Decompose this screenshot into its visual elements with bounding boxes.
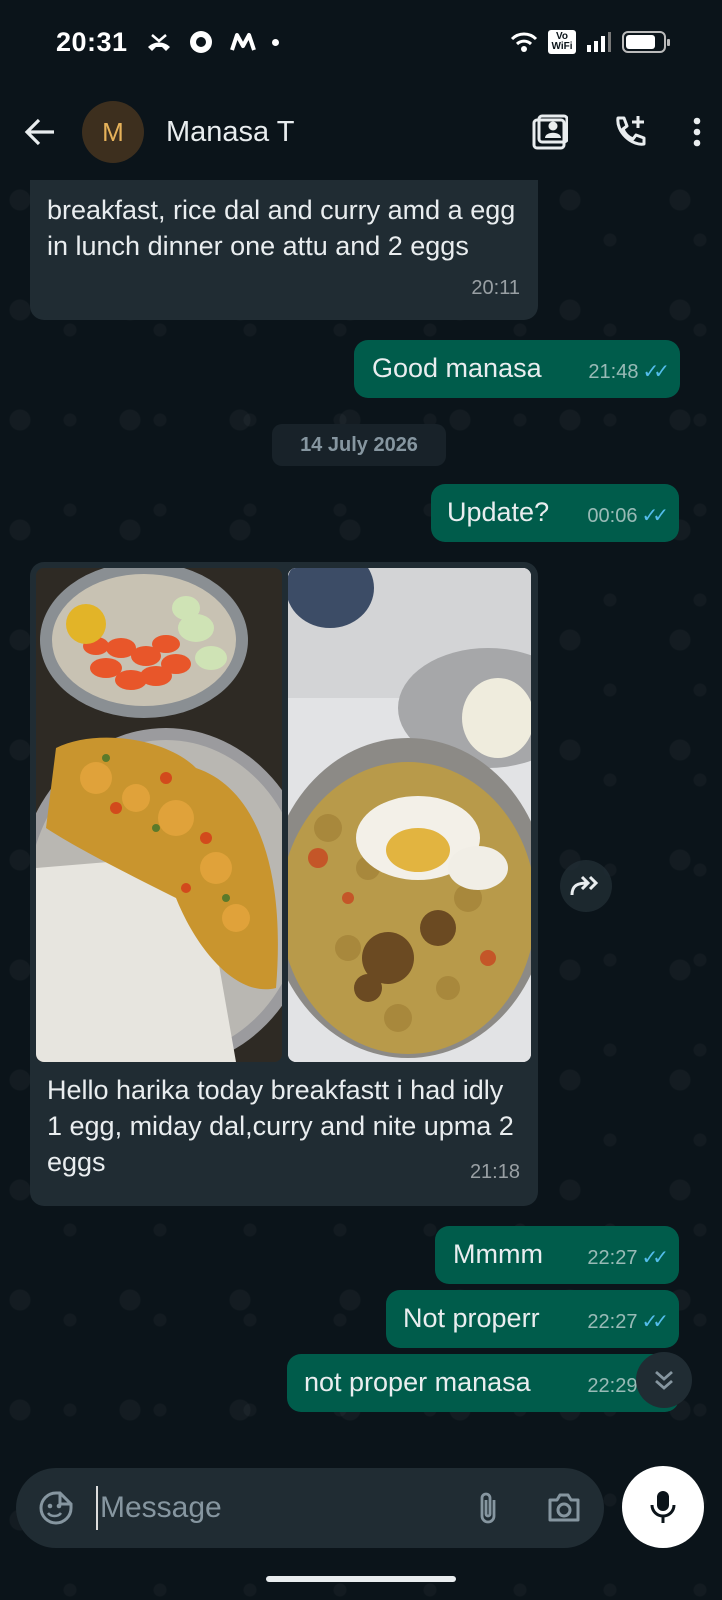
message-caption: Hello harika today breakfastt i had idly… — [47, 1075, 514, 1177]
voice-message-button[interactable] — [622, 1466, 704, 1548]
message-time: 22:27 — [587, 1311, 638, 1333]
battery-icon — [622, 31, 670, 53]
food-photo-1[interactable] — [36, 568, 282, 1062]
message-bubble-outgoing[interactable]: Update? 00:06 ✓✓ — [431, 484, 679, 542]
contact-card-icon[interactable] — [532, 114, 568, 150]
more-notifications-dot — [271, 38, 279, 46]
message-composer — [16, 1468, 604, 1548]
signal-icon — [586, 31, 612, 53]
message-time: 21:18 — [469, 1161, 520, 1183]
avatar[interactable]: M — [82, 101, 144, 163]
status-time: 20:31 — [56, 26, 128, 57]
forward-button[interactable] — [560, 860, 612, 912]
status-bar: 20:31 Vo WiFi — [0, 0, 722, 84]
attach-paperclip-icon[interactable] — [476, 1490, 500, 1526]
microphone-icon — [649, 1489, 677, 1525]
chat-header: M Manasa T — [0, 84, 722, 180]
message-bubble-incoming-photos[interactable]: Hello harika today breakfastt i had idly… — [30, 562, 538, 1206]
message-bubble-outgoing[interactable]: not proper manasa 22:29 ✓✓ — [287, 1354, 679, 1412]
message-time: 20:11 — [471, 277, 520, 299]
message-text: Good manasa — [372, 353, 542, 383]
message-text: breakfast, rice dal and curry amd a egg … — [47, 195, 516, 261]
m-app-icon — [229, 32, 256, 52]
message-input[interactable] — [96, 1486, 436, 1530]
message-time: 22:29 — [587, 1375, 638, 1397]
app-notification-icon — [188, 29, 214, 55]
home-indicator[interactable] — [266, 1576, 456, 1582]
message-text: not proper manasa — [304, 1367, 531, 1397]
message-bubble-outgoing[interactable]: Mmmm 22:27 ✓✓ — [435, 1226, 679, 1284]
message-bubble-outgoing[interactable]: Good manasa 21:48 ✓✓ — [354, 340, 680, 398]
read-receipt-icon: ✓✓ — [641, 1311, 668, 1333]
read-receipt-icon: ✓✓ — [641, 1247, 668, 1269]
contact-name[interactable]: Manasa T — [166, 116, 294, 149]
read-receipt-icon: ✓✓ — [642, 361, 669, 383]
missed-call-icon — [146, 31, 172, 53]
read-receipt-icon: ✓✓ — [641, 505, 668, 527]
message-text: Update? — [447, 497, 550, 527]
date-separator: 14 July 2026 — [272, 424, 446, 466]
message-time: 00:06 — [587, 505, 638, 527]
add-call-icon[interactable] — [612, 114, 648, 150]
camera-icon[interactable] — [546, 1492, 582, 1524]
message-bubble-outgoing[interactable]: Not properr 22:27 ✓✓ — [386, 1290, 679, 1348]
message-text: Mmmm — [453, 1239, 543, 1269]
message-text: Not properr — [403, 1303, 540, 1333]
message-time: 21:48 — [588, 361, 639, 383]
back-arrow-icon[interactable] — [24, 117, 56, 147]
wifi-icon — [510, 31, 538, 53]
double-chevron-down-icon — [653, 1368, 675, 1392]
scroll-to-bottom-button[interactable] — [636, 1352, 692, 1408]
food-photo-2[interactable] — [288, 568, 531, 1062]
forward-icon — [570, 875, 602, 897]
vowifi-badge: Vo WiFi — [548, 30, 576, 54]
message-time: 22:27 — [587, 1247, 638, 1269]
more-options-icon[interactable] — [692, 116, 702, 148]
emoji-sticker-icon[interactable] — [38, 1490, 74, 1526]
